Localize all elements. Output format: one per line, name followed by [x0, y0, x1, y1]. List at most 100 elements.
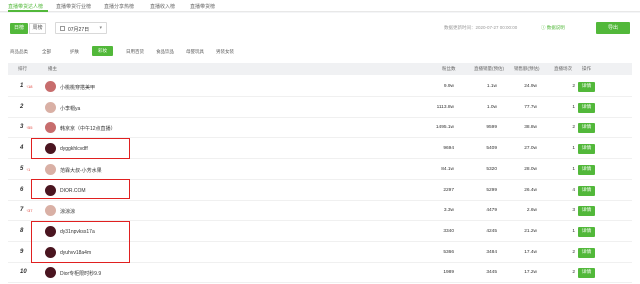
detail-button[interactable]: 详情 [578, 123, 595, 134]
rank-change: ↑37 [26, 208, 33, 214]
streamer-name[interactable]: 韩京京（中午12点直播） [60, 125, 116, 132]
export-button[interactable]: 导出 [596, 22, 630, 34]
detail-button[interactable]: 详情 [578, 82, 595, 92]
table-header: 排行 播主 粉丝数 直播销量(预估) 销售额(预估) 直播场次 操作 [8, 63, 632, 75]
rank-number: 10 [20, 269, 27, 276]
streamer-name[interactable]: 小李帽ya [60, 105, 80, 112]
fans-count: 9.9w [443, 84, 454, 89]
session-count: 3 [572, 208, 575, 214]
rank-number: 2 [20, 103, 24, 110]
sales-count: 4245 [486, 228, 497, 234]
table-row: 7 ↑37 涼涼涼 3.3w 4479 2.6w 3 详情 [8, 201, 632, 222]
detail-button[interactable]: 详情 [578, 206, 595, 217]
fans-count: 84.1w [441, 166, 454, 172]
category-food-drinks[interactable]: 食品饮品 [156, 49, 174, 55]
avatar[interactable] [45, 267, 56, 279]
avatar[interactable] [45, 101, 56, 113]
fans-count: 1113.8w [436, 104, 454, 110]
tab-live-industry-rank[interactable]: 直播带货行业榜 [56, 3, 91, 10]
sales-count: 4479 [486, 208, 497, 214]
col-sales: 直播销量(预估) [474, 66, 504, 71]
sales-count: 1.0w [486, 104, 497, 110]
rank-number: 7 [20, 207, 24, 214]
col-streamer: 播主 [48, 66, 57, 71]
highlight-box-row-4 [31, 138, 130, 159]
streamer-name[interactable]: 范霖大叔-小芳水果 [60, 167, 102, 174]
revenue-amount: 17.2w [524, 270, 537, 276]
streamer-name[interactable]: Dior专柜限时秒9.9 [60, 270, 101, 277]
revenue-amount: 27.0w [524, 146, 537, 152]
detail-button[interactable]: 详情 [578, 102, 595, 113]
table-row: 3 ↑55 韩京京（中午12点直播） 1495.1w 9599 38.8w 2 详情 [8, 118, 632, 139]
avatar[interactable] [45, 122, 56, 134]
sales-count: 9599 [486, 125, 497, 131]
avatar[interactable] [45, 163, 56, 175]
highlight-box-row-6 [31, 179, 130, 199]
fans-count: 1495.1w [435, 125, 454, 131]
revenue-amount: 24.9w [524, 84, 537, 89]
highlight-box-rows-8-9 [31, 221, 130, 263]
fans-count: 3.3w [443, 208, 454, 214]
week-rank-button[interactable]: 周榜 [29, 23, 46, 34]
table-row: 10 Dior专柜限时秒9.9 1989 3445 17.2w 2 详情 [8, 263, 632, 284]
detail-button[interactable]: 详情 [578, 247, 595, 258]
category-skincare[interactable]: 护肤 [70, 49, 79, 55]
data-explanation-link[interactable]: ⓘ 数据说明 [541, 25, 565, 31]
fans-count: 1989 [443, 270, 454, 276]
category-label: 商品品类 [10, 49, 28, 54]
session-count: 2 [572, 249, 575, 255]
table-row: 5 ↑1 范霖大叔-小芳水果 84.1w 5320 28.0w 1 详情 [8, 160, 632, 180]
day-rank-button[interactable]: 日榜 [10, 23, 28, 34]
tab-live-share-rank[interactable]: 直播分享热榜 [104, 3, 134, 10]
avatar[interactable] [45, 205, 56, 217]
category-baby-toys[interactable]: 母婴玩具 [186, 49, 204, 55]
revenue-amount: 21.2w [524, 228, 537, 234]
revenue-amount: 26.4w [524, 187, 537, 193]
revenue-amount: 2.6w [526, 208, 537, 214]
detail-button[interactable]: 详情 [578, 268, 595, 279]
category-daily-goods[interactable]: 日用百货 [126, 49, 144, 55]
fans-count: 9694 [443, 146, 454, 152]
rank-number: 6 [20, 186, 24, 193]
tab-live-talent-rank[interactable]: 直播带货达人榜 [8, 3, 43, 10]
sales-count: 1.1w [486, 84, 497, 89]
sales-count: 5409 [486, 146, 497, 152]
session-count: 1 [572, 166, 575, 172]
category-all[interactable]: 全部 [42, 49, 51, 55]
sales-count: 5320 [486, 166, 497, 172]
detail-button[interactable]: 详情 [578, 164, 595, 175]
category-filter-bar: 商品品类 全部 护肤 彩妆 日用百货 食品饮品 母婴玩具 男装女装 [0, 45, 640, 59]
rank-number: 9 [20, 248, 24, 255]
ranking-table: 排行 播主 粉丝数 直播销量(预估) 销售额(预估) 直播场次 操作 1 ↑18 小… [0, 59, 640, 284]
calendar-icon [60, 26, 65, 31]
tab-live-goods-rank[interactable]: 直播带货榜 [190, 3, 215, 10]
sales-count: 3484 [486, 249, 497, 255]
sales-count: 3445 [486, 270, 497, 276]
category-makeup[interactable]: 彩妆 [92, 46, 113, 56]
tab-live-income-rank[interactable]: 直播收入榜 [150, 3, 175, 10]
avatar[interactable] [45, 81, 56, 92]
session-count: 1 [572, 104, 575, 110]
detail-button[interactable]: 详情 [578, 144, 595, 155]
rank-number: 4 [20, 145, 24, 152]
revenue-amount: 17.4w [524, 249, 537, 255]
revenue-amount: 28.0w [524, 166, 537, 172]
detail-button[interactable]: 详情 [578, 185, 595, 196]
date-picker[interactable]: 07月27日 ▾ [55, 22, 107, 34]
revenue-amount: 38.8w [524, 125, 537, 131]
rank-change: ↑18 [26, 84, 33, 89]
session-count: 1 [572, 228, 575, 234]
detail-button[interactable]: 详情 [578, 226, 595, 237]
table-row: 1 ↑18 小桃桃穿搭美甲 9.9w 1.1w 24.9w 2 详情 [8, 77, 632, 97]
category-clothing[interactable]: 男装女装 [216, 49, 234, 55]
session-count: 2 [572, 270, 575, 276]
session-count: 4 [572, 187, 575, 193]
fans-count: 5366 [443, 249, 454, 255]
session-count: 2 [572, 125, 575, 131]
fans-count: 2297 [443, 187, 454, 193]
date-value: 07月27日 [68, 27, 90, 33]
streamer-name[interactable]: 涼涼涼 [60, 208, 75, 215]
rank-number: 8 [20, 227, 24, 234]
col-sessions: 直播场次 [554, 66, 572, 71]
streamer-name[interactable]: 小桃桃穿搭美甲 [60, 84, 95, 91]
